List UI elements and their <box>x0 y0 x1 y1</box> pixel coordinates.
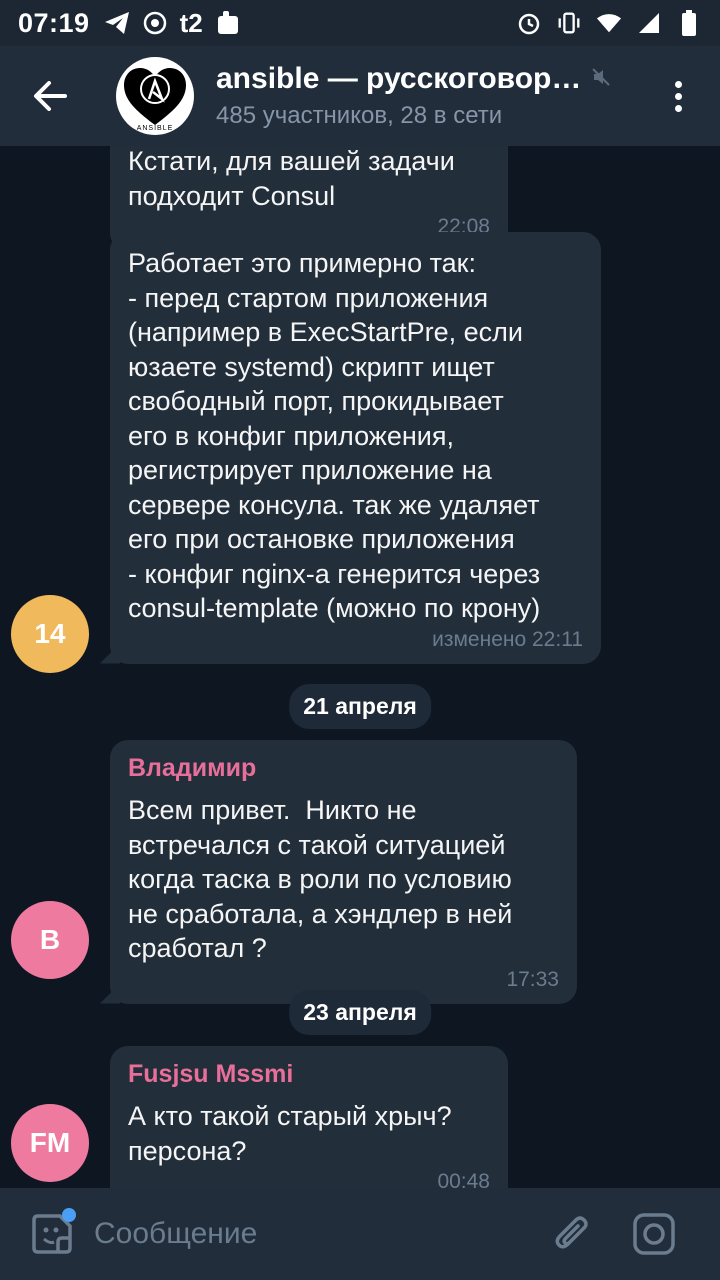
group-subtitle: 485 участников, 28 в сети <box>216 102 503 129</box>
sender-name[interactable]: Fusjsu Mssmi <box>128 1060 490 1089</box>
notification-icon <box>215 10 241 36</box>
date-separator: 21 апреля <box>289 684 431 729</box>
header-text[interactable]: ansible — русскоговор… 485 участников, 2… <box>216 62 666 130</box>
message-text: А кто такой старый хрыч? персона? <box>128 1101 452 1166</box>
chat-header: ANSIBLE ansible — русскоговор… 485 участ… <box>0 46 720 146</box>
alarm-icon <box>516 10 542 36</box>
more-options-button[interactable] <box>658 74 698 118</box>
avatar-label: FM <box>29 1127 71 1158</box>
date-separator: 23 апреля <box>289 990 431 1035</box>
camera-button[interactable] <box>624 1204 684 1264</box>
message-time: 00:48 <box>437 1170 490 1188</box>
back-arrow-icon <box>34 81 67 111</box>
avatar[interactable]: FM <box>11 1104 89 1182</box>
signal-icon <box>636 10 662 36</box>
status-bar: 07:19 t2 <box>0 0 720 46</box>
attach-button[interactable] <box>542 1204 602 1264</box>
group-title: ansible — русскоговор… <box>216 62 582 95</box>
attach-icon <box>555 1216 588 1249</box>
message-text: Работает это примерно так: - перед старт… <box>128 248 541 623</box>
sticker-button[interactable] <box>22 1204 82 1264</box>
message-time: изменено 22:11 <box>432 627 583 651</box>
avatar[interactable]: 14 <box>11 595 89 673</box>
battery-icon <box>676 10 702 36</box>
avatar-label: 14 <box>34 618 66 649</box>
carrier-badge: t2 <box>179 7 203 38</box>
camera-icon <box>633 1213 675 1255</box>
status-time: 07:19 <box>18 7 90 38</box>
more-vert-icon <box>674 80 682 88</box>
avatar[interactable]: В <box>11 901 89 979</box>
message-bubble[interactable]: Работает это примерно так: - перед старт… <box>110 232 601 664</box>
unread-dot <box>62 1208 76 1222</box>
message-text: Кстати, для вашей задачи подходит Consul <box>128 146 455 211</box>
message-input[interactable] <box>94 1206 534 1262</box>
message-composer <box>0 1188 720 1280</box>
settings-badge-icon <box>142 10 168 36</box>
wifi-icon <box>596 10 622 36</box>
message-bubble[interactable]: Fusjsu Mssmi А кто такой старый хрыч? пе… <box>110 1046 508 1188</box>
status-right-icons <box>516 10 702 36</box>
title-row: ansible — русскоговор… <box>216 62 666 96</box>
message-list[interactable]: Кстати, для вашей задачи подходит Consul… <box>0 146 720 1188</box>
sender-name[interactable]: Владимир <box>128 754 559 783</box>
message-text: Всем привет. Никто не встречался с такой… <box>128 795 513 963</box>
back-button[interactable] <box>0 46 100 146</box>
telegram-icon <box>104 10 130 36</box>
mute-icon <box>591 67 611 92</box>
ansible-logo-icon <box>124 68 186 125</box>
group-avatar[interactable]: ANSIBLE <box>116 57 194 135</box>
vibrate-icon <box>556 10 582 36</box>
status-left-icons: t2 <box>104 8 241 39</box>
message-time: 17:33 <box>506 967 559 991</box>
group-avatar-caption: ANSIBLE <box>136 125 174 132</box>
avatar-label: В <box>39 924 61 955</box>
message-bubble[interactable]: Владимир Всем привет. Никто не встречалс… <box>110 740 577 1004</box>
